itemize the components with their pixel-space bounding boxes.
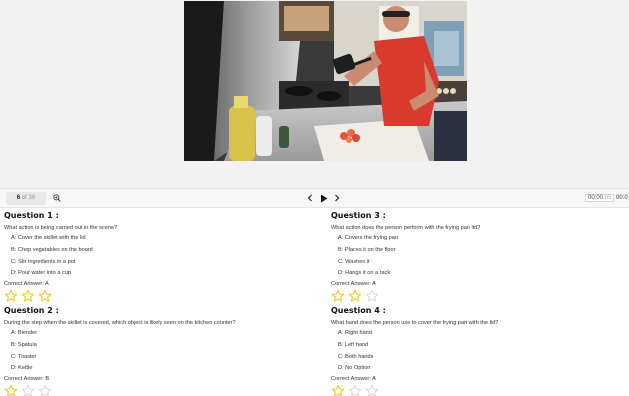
star-icon[interactable] bbox=[348, 384, 362, 396]
play-icon bbox=[321, 194, 328, 203]
question-text: What action is being carried out in the … bbox=[4, 225, 118, 231]
correct-answer: Correct Answer: A bbox=[331, 376, 376, 383]
star-icon[interactable] bbox=[331, 289, 345, 303]
frame-total: 36 bbox=[28, 195, 36, 201]
question-card: Question 3 : What action does the person… bbox=[331, 210, 627, 304]
star-icon[interactable] bbox=[348, 289, 362, 303]
correct-answer: Correct Answer: A bbox=[331, 281, 376, 288]
star-rating bbox=[331, 289, 627, 304]
option-b: B: Spatula bbox=[11, 341, 37, 348]
option-c: C: Both hands bbox=[338, 353, 374, 360]
zoom-button[interactable] bbox=[51, 192, 63, 205]
star-icon[interactable] bbox=[331, 384, 345, 396]
option-b: B: Places it on the floor bbox=[338, 246, 396, 253]
option-c: C: Toaster bbox=[11, 353, 37, 360]
star-icon[interactable] bbox=[38, 384, 52, 396]
star-rating bbox=[331, 384, 627, 396]
time-fraction: :05 bbox=[603, 195, 612, 201]
star-icon[interactable] bbox=[38, 289, 52, 303]
question-text: During the step when the skillet is cove… bbox=[4, 320, 236, 326]
chevron-left-icon bbox=[307, 194, 312, 202]
frame-current: 6 bbox=[16, 195, 21, 201]
time-total: 00:0 bbox=[616, 195, 628, 201]
option-a: A: Blender bbox=[11, 330, 38, 336]
correct-answer: Correct Answer: A bbox=[4, 281, 49, 288]
star-icon[interactable] bbox=[4, 289, 18, 303]
video-area bbox=[0, 0, 629, 188]
question-text: What action does the person perform with… bbox=[331, 225, 481, 231]
page: 6 of 36 00:00:05 00:0 Question 1 : What … bbox=[0, 0, 629, 396]
star-icon[interactable] bbox=[21, 384, 35, 396]
question-title: Question 2 : bbox=[4, 306, 59, 315]
frame-counter: 6 of 36 bbox=[6, 192, 46, 205]
option-c: C: Washes it bbox=[338, 258, 370, 265]
star-icon[interactable] bbox=[4, 384, 18, 396]
option-a: A: Cover the skillet with the lid bbox=[11, 235, 86, 241]
question-text: What hand does the person use to cover t… bbox=[331, 320, 499, 326]
play-button[interactable] bbox=[318, 192, 330, 205]
star-icon[interactable] bbox=[21, 289, 35, 303]
time-display: 00:00:05 00:0 bbox=[585, 192, 629, 205]
video-frame-image bbox=[184, 1, 467, 161]
previous-button[interactable] bbox=[305, 192, 315, 205]
star-icon[interactable] bbox=[365, 289, 379, 303]
option-d: D: Pour water into a cup bbox=[11, 270, 72, 277]
question-title: Question 1 : bbox=[4, 211, 59, 220]
time-current-box: 00:00:05 bbox=[585, 194, 615, 202]
question-card: Question 2 : During the step when the sk… bbox=[4, 305, 300, 396]
option-a: A: Covers the frying pan bbox=[338, 235, 399, 241]
zoom-in-icon bbox=[53, 194, 61, 202]
video-controls: 6 of 36 00:00:05 00:0 bbox=[0, 188, 629, 208]
question-card: Question 4 : What hand does the person u… bbox=[331, 305, 627, 396]
option-d: D: Hangs it on a rack bbox=[338, 270, 391, 277]
star-icon[interactable] bbox=[365, 384, 379, 396]
correct-answer: Correct Answer: B bbox=[4, 376, 50, 383]
question-card: Question 1 : What action is being carrie… bbox=[4, 210, 300, 304]
option-b: B: Left hand bbox=[338, 341, 369, 348]
option-d: D: Kettle bbox=[11, 365, 33, 372]
option-a: A: Right hand bbox=[338, 330, 372, 336]
star-rating bbox=[4, 384, 300, 396]
time-current: 00:00 bbox=[588, 195, 604, 201]
star-rating bbox=[4, 289, 300, 304]
question-title: Question 4 : bbox=[331, 306, 386, 315]
chevron-right-icon bbox=[335, 194, 340, 202]
frame-of-label: of bbox=[21, 195, 27, 201]
next-button[interactable] bbox=[332, 192, 342, 205]
video-frame[interactable] bbox=[184, 1, 467, 161]
option-b: B: Chop vegetables on the board bbox=[11, 246, 93, 253]
option-c: C: Stir ingredients in a pot bbox=[11, 258, 76, 265]
option-d: D: No Option bbox=[338, 365, 371, 372]
question-title: Question 3 : bbox=[331, 211, 386, 220]
